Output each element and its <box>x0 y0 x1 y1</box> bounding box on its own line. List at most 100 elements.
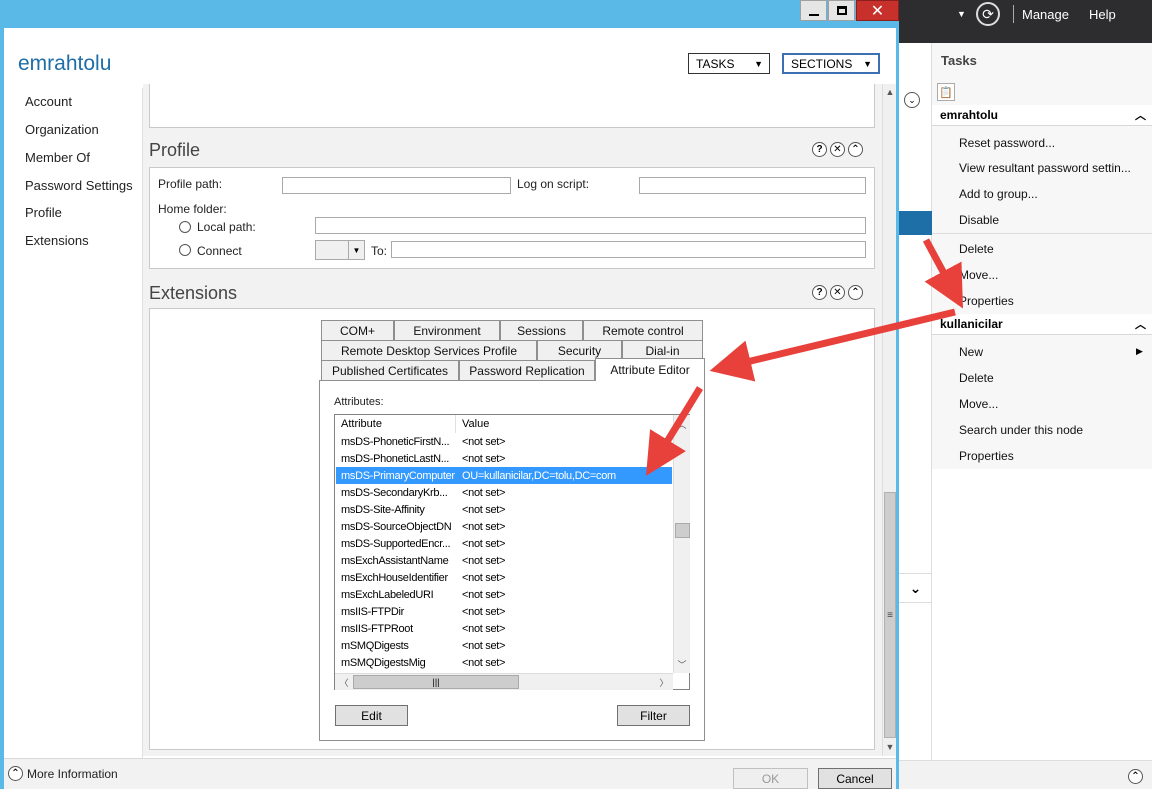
task-new[interactable]: New <box>959 345 983 359</box>
tab-security[interactable]: Security <box>537 340 622 360</box>
column-header-attribute[interactable]: Attribute <box>335 415 456 433</box>
cancel-button[interactable]: Cancel <box>818 768 892 789</box>
table-row[interactable]: msDS-PhoneticFirstN... <not set> <box>336 433 672 450</box>
table-row[interactable]: mSMQDigests <not set> <box>336 637 672 654</box>
expand-up-icon[interactable]: ⌃ <box>1128 769 1143 784</box>
task-properties[interactable]: Properties <box>959 294 1014 308</box>
task-delete[interactable]: Delete <box>959 242 994 256</box>
help-menu[interactable]: Help <box>1089 7 1116 22</box>
drive-letter-select[interactable]: ▼ <box>315 240 365 260</box>
tab-remote-desktop-services-profile[interactable]: Remote Desktop Services Profile <box>321 340 537 360</box>
table-row[interactable]: msDS-SecondaryKrb... <not set> <box>336 484 672 501</box>
task-properties-ou[interactable]: Properties <box>959 449 1014 463</box>
profile-path-input[interactable] <box>282 177 511 194</box>
tasks-dropdown[interactable]: TASKS ▼ <box>688 53 770 74</box>
table-row[interactable]: msExchAssistantName <not set> <box>336 552 672 569</box>
task-delete-ou[interactable]: Delete <box>959 371 994 385</box>
tab-dial-in[interactable]: Dial-in <box>622 340 703 360</box>
scroll-left-icon[interactable]: 〈 <box>337 675 351 689</box>
collapse-icon[interactable]: ⌃ <box>848 142 863 157</box>
task-group-header-kullanicilar[interactable]: kullanicilar ︿ <box>932 314 1152 335</box>
scroll-down-icon[interactable]: ﹀ <box>675 657 689 671</box>
scroll-thumb[interactable]: ≡ <box>884 492 896 738</box>
table-row[interactable]: msExchHouseIdentifier <not set> <box>336 569 672 586</box>
manage-menu[interactable]: Manage <box>1022 7 1069 22</box>
scroll-up-icon[interactable]: ▲ <box>883 85 897 99</box>
table-row[interactable]: msIIS-FTPRoot <not set> <box>336 620 672 637</box>
table-row[interactable]: msDS-SupportedEncr... <not set> <box>336 535 672 552</box>
tasks-pane-title: Tasks <box>941 53 977 68</box>
column-header-value[interactable]: Value <box>456 415 673 433</box>
scroll-right-icon[interactable]: 〉 <box>657 675 671 689</box>
profile-section-title: Profile <box>149 140 201 160</box>
logon-script-input[interactable] <box>639 177 866 194</box>
nav-item-organization[interactable]: Organization <box>25 122 99 137</box>
tab-password-replication[interactable]: Password Replication <box>459 360 595 380</box>
close-section-icon[interactable]: ✕ <box>830 285 845 300</box>
grip-icon: ||| <box>432 677 440 687</box>
help-icon[interactable]: ? <box>812 285 827 300</box>
chevron-down-icon[interactable]: ⌄ <box>904 92 920 108</box>
clipboard-icon[interactable]: 📋 <box>937 83 955 101</box>
nav-item-account[interactable]: Account <box>25 94 72 109</box>
extensions-section-title: Extensions <box>149 283 238 303</box>
scroll-thumb[interactable]: ||| <box>353 675 519 689</box>
tab-com-plus[interactable]: COM+ <box>321 320 394 340</box>
collapse-icon[interactable]: ︿ <box>1135 107 1146 123</box>
section-nav: Account Organization Member Of Password … <box>4 88 143 758</box>
scroll-up-icon[interactable]: ︿ <box>675 417 689 431</box>
refresh-icon[interactable]: ⟳ <box>976 2 1000 26</box>
nav-item-member-of[interactable]: Member Of <box>25 150 90 165</box>
local-path-radio[interactable] <box>179 221 191 233</box>
close-button[interactable]: ✕ <box>856 0 899 21</box>
more-information-link[interactable]: More Information <box>27 767 118 781</box>
connect-radio[interactable] <box>179 244 191 256</box>
tab-environment[interactable]: Environment <box>394 320 500 340</box>
table-row[interactable]: mSMQDigestsMig <not set> <box>336 654 672 671</box>
chevron-down-icon[interactable]: ⌄ <box>899 573 932 603</box>
attribute-list-hscrollbar[interactable]: 〈 ||| 〉 <box>335 673 673 690</box>
table-row[interactable]: msDS-Site-Affinity <not set> <box>336 501 672 518</box>
table-row[interactable]: msDS-PhoneticLastN... <not set> <box>336 450 672 467</box>
table-row[interactable]: msDS-SourceObjectDN <not set> <box>336 518 672 535</box>
tab-remote-control[interactable]: Remote control <box>583 320 703 340</box>
close-section-icon[interactable]: ✕ <box>830 142 845 157</box>
task-disable[interactable]: Disable <box>959 213 999 227</box>
attribute-list[interactable]: Attribute Value msDS-PhoneticFirstN... <n… <box>334 414 690 690</box>
table-row[interactable]: msIIS-FTPDir <not set> <box>336 603 672 620</box>
task-reset-password[interactable]: Reset password... <box>959 136 1055 150</box>
edit-button[interactable]: Edit <box>335 705 408 726</box>
scroll-down-icon[interactable]: ▼ <box>883 740 897 754</box>
previous-section-box <box>149 84 875 128</box>
collapse-icon[interactable]: ⌃ <box>848 285 863 300</box>
task-move-ou[interactable]: Move... <box>959 397 998 411</box>
task-add-to-group[interactable]: Add to group... <box>959 187 1038 201</box>
connect-to-input[interactable] <box>391 241 866 258</box>
nav-item-password-settings[interactable]: Password Settings <box>25 178 133 193</box>
minimize-button[interactable] <box>800 0 827 21</box>
task-group-header-emrahtolu[interactable]: emrahtolu ︿ <box>932 105 1152 126</box>
content-scrollbar[interactable]: ▲ ≡ ▼ <box>882 84 896 756</box>
ok-button[interactable]: OK <box>733 768 808 789</box>
task-view-resultant-password[interactable]: View resultant password settin... <box>959 161 1131 175</box>
sections-dropdown[interactable]: SECTIONS ▼ <box>782 53 880 74</box>
maximize-button[interactable] <box>828 0 855 21</box>
filter-button[interactable]: Filter <box>617 705 690 726</box>
attribute-list-vscrollbar[interactable]: ︿ ﹀ <box>673 415 690 673</box>
tab-published-certificates[interactable]: Published Certificates <box>321 360 459 380</box>
help-icon[interactable]: ? <box>812 142 827 157</box>
nav-item-extensions[interactable]: Extensions <box>25 233 89 248</box>
table-row-selected[interactable]: msDS-PrimaryComputer OU=kullanicilar,DC=t… <box>336 467 672 484</box>
nav-item-profile[interactable]: Profile <box>25 205 62 220</box>
table-row[interactable]: msExchLabeledURI <not set> <box>336 586 672 603</box>
profile-section-controls: ? ✕ ⌃ <box>812 142 863 157</box>
local-path-input[interactable] <box>315 217 866 234</box>
scroll-thumb[interactable] <box>675 523 690 538</box>
tab-sessions[interactable]: Sessions <box>500 320 583 340</box>
tab-attribute-editor[interactable]: Attribute Editor <box>595 358 705 381</box>
expand-up-icon[interactable]: ⌃ <box>8 766 23 781</box>
task-move[interactable]: Move... <box>959 268 998 282</box>
task-search-under-node[interactable]: Search under this node <box>959 423 1083 437</box>
dropdown-arrow-icon[interactable]: ▼ <box>957 9 966 19</box>
collapse-icon[interactable]: ︿ <box>1135 316 1146 332</box>
